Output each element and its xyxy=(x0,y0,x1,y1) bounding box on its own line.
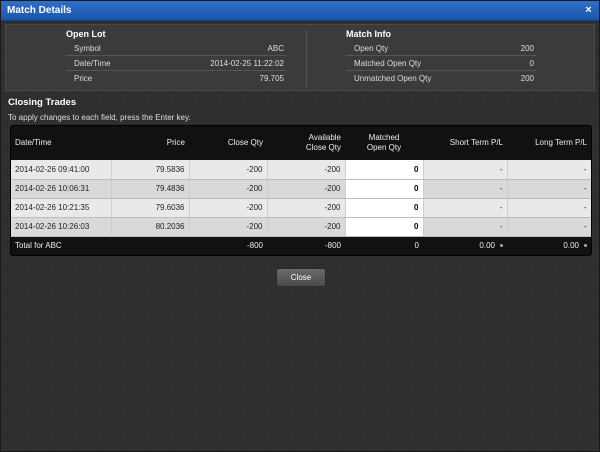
total-matched: 0 xyxy=(345,236,423,254)
info-label: Date/Time xyxy=(74,59,111,68)
table-row: 2014-02-26 10:26:03 80.2036 -200 -200 - … xyxy=(11,217,591,237)
col-header-long-term-pl[interactable]: Long Term P/L xyxy=(507,126,591,160)
matched-open-qty-input[interactable] xyxy=(349,180,419,197)
cell-long-pl: - xyxy=(507,198,591,218)
cell-close-qty: -200 xyxy=(189,179,268,199)
dialog-title: Match Details xyxy=(7,5,72,16)
total-long-pl-cell: 0.00 xyxy=(507,236,591,254)
match-details-dialog: Match Details × Open Lot Symbol ABC Date… xyxy=(0,0,600,452)
info-label: Unmatched Open Qty xyxy=(354,74,432,83)
matched-open-qty-input[interactable] xyxy=(349,218,419,235)
header-line: Matched xyxy=(368,133,400,142)
total-label: Total for ABC xyxy=(11,236,189,254)
cell-long-pl: - xyxy=(507,160,591,180)
cell-matched xyxy=(345,179,424,199)
col-header-datetime[interactable]: Date/Time xyxy=(11,126,111,160)
info-value: 200 xyxy=(520,44,534,53)
cell-price: 79.6036 xyxy=(111,198,190,218)
dot-icon xyxy=(584,244,587,248)
cell-available: -200 xyxy=(267,217,346,237)
col-header-matched-open-qty[interactable]: Matched Open Qty xyxy=(345,126,423,160)
cell-datetime: 2014-02-26 10:26:03 xyxy=(11,217,112,237)
match-open-qty-row: Open Qty 200 xyxy=(346,41,536,56)
match-info-section: Match Info Open Qty 200 Matched Open Qty… xyxy=(346,29,536,86)
dot-icon xyxy=(500,244,503,248)
cell-close-qty: -200 xyxy=(189,198,268,218)
close-button[interactable]: Close xyxy=(276,268,326,287)
header-line: Close Qty xyxy=(305,143,341,152)
match-info-heading: Match Info xyxy=(346,29,391,39)
info-divider xyxy=(306,31,307,87)
table-row: 2014-02-26 09:41:00 79.5836 -200 -200 - … xyxy=(11,160,591,180)
table-row: 2014-02-26 10:21:35 79.6036 -200 -200 - … xyxy=(11,198,591,218)
table-row: 2014-02-26 10:06:31 79.4836 -200 -200 - … xyxy=(11,179,591,199)
total-available: -800 xyxy=(267,236,345,254)
info-label: Symbol xyxy=(74,44,101,53)
matched-open-qty-row: Matched Open Qty 0 xyxy=(346,56,536,71)
closing-trades-title: Closing Trades xyxy=(8,97,77,108)
open-lot-section: Open Lot Symbol ABC Date/Time 2014-02-25… xyxy=(66,29,286,86)
cell-close-qty: -200 xyxy=(189,217,268,237)
info-label: Matched Open Qty xyxy=(354,59,422,68)
cell-datetime: 2014-02-26 10:21:35 xyxy=(11,198,112,218)
info-panel: Open Lot Symbol ABC Date/Time 2014-02-25… xyxy=(5,24,595,91)
header-line: Available xyxy=(308,133,341,142)
total-long-pl: 0.00 xyxy=(563,240,579,250)
cell-datetime: 2014-02-26 10:06:31 xyxy=(11,179,112,199)
cell-short-pl: - xyxy=(423,198,508,218)
close-icon[interactable]: × xyxy=(582,4,595,17)
info-value: 2014-02-25 11:22:02 xyxy=(210,59,284,68)
closing-trades-hint: To apply changes to each field, press th… xyxy=(8,113,191,122)
matched-open-qty-input[interactable] xyxy=(349,161,419,178)
matched-open-qty-input[interactable] xyxy=(349,199,419,216)
unmatched-open-qty-row: Unmatched Open Qty 200 xyxy=(346,71,536,86)
cell-price: 79.4836 xyxy=(111,179,190,199)
table-total-row: Total for ABC -800 -800 0 0.00 0.00 xyxy=(11,236,591,254)
cell-price: 80.2036 xyxy=(111,217,190,237)
cell-matched xyxy=(345,160,424,180)
cell-short-pl: - xyxy=(423,179,508,199)
header-line: Open Qty xyxy=(366,143,402,152)
closing-trades-grid: Date/Time Price Close Qty Available Clos… xyxy=(10,125,592,256)
col-header-short-term-pl[interactable]: Short Term P/L xyxy=(423,126,507,160)
col-header-close-qty[interactable]: Close Qty xyxy=(189,126,267,160)
info-value: 79.705 xyxy=(259,74,284,83)
cell-short-pl: - xyxy=(423,160,508,180)
cell-available: -200 xyxy=(267,198,346,218)
open-lot-heading: Open Lot xyxy=(66,29,106,39)
title-bar: Match Details × xyxy=(1,1,599,21)
cell-available: -200 xyxy=(267,179,346,199)
cell-long-pl: - xyxy=(507,217,591,237)
info-value: 0 xyxy=(529,59,534,68)
total-short-pl-cell: 0.00 xyxy=(423,236,507,254)
open-lot-symbol-row: Symbol ABC xyxy=(66,41,286,56)
cell-close-qty: -200 xyxy=(189,160,268,180)
info-label: Open Qty xyxy=(354,44,389,53)
cell-long-pl: - xyxy=(507,179,591,199)
cell-datetime: 2014-02-26 09:41:00 xyxy=(11,160,112,180)
total-short-pl: 0.00 xyxy=(479,240,495,250)
col-header-available-close-qty[interactable]: Available Close Qty xyxy=(267,126,345,160)
table-header-row: Date/Time Price Close Qty Available Clos… xyxy=(11,126,591,160)
col-header-price[interactable]: Price xyxy=(111,126,189,160)
open-lot-price-row: Price 79.705 xyxy=(66,71,286,86)
cell-short-pl: - xyxy=(423,217,508,237)
info-value: ABC xyxy=(267,44,284,53)
cell-price: 79.5836 xyxy=(111,160,190,180)
info-value: 200 xyxy=(520,74,534,83)
cell-matched xyxy=(345,217,424,237)
info-label: Price xyxy=(74,74,93,83)
cell-available: -200 xyxy=(267,160,346,180)
total-close-qty: -800 xyxy=(189,236,267,254)
open-lot-datetime-row: Date/Time 2014-02-25 11:22:02 xyxy=(66,56,286,71)
cell-matched xyxy=(345,198,424,218)
closing-trades-table: Date/Time Price Close Qty Available Clos… xyxy=(11,126,591,254)
